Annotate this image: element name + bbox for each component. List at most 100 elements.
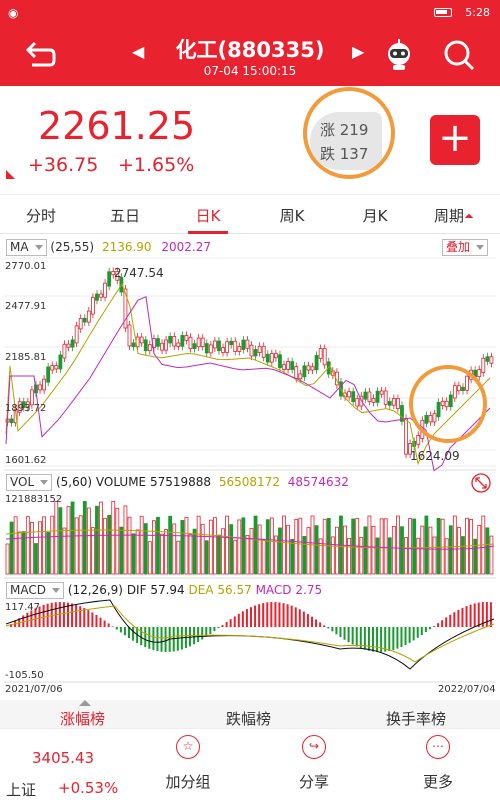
ma25-value: 2136.90 xyxy=(101,240,152,254)
tab-intraday[interactable]: 分时 xyxy=(6,205,76,226)
kline-chart-area[interactable]: MA (25,55) 2136.90 2002.27 叠加 2770.01 24… xyxy=(0,234,500,700)
more-button[interactable]: ⋯ 更多 xyxy=(398,735,478,792)
volume-bar xyxy=(440,518,445,575)
tab-five-day[interactable]: 五日 xyxy=(90,205,160,226)
tab-monthly-k[interactable]: 月K xyxy=(340,205,410,226)
candle-body xyxy=(70,339,75,348)
candle-body xyxy=(168,335,173,344)
macd-axis-max: 117.47 xyxy=(5,602,40,613)
macd-bar xyxy=(461,607,464,627)
candle-body xyxy=(156,338,160,347)
macd-bar xyxy=(62,602,65,627)
volume-bar xyxy=(269,517,274,575)
chevron-down-icon xyxy=(34,245,43,250)
volume-bar xyxy=(91,527,95,575)
overlay-selector[interactable]: 叠加 xyxy=(442,239,489,256)
tab-period[interactable]: 周期 xyxy=(418,205,488,226)
high-price-label: 2747.54 xyxy=(114,266,164,280)
candle-body xyxy=(387,401,392,406)
volume-bar xyxy=(371,525,376,575)
macd-bar xyxy=(99,617,102,627)
volume-bar xyxy=(322,518,327,575)
macd-bar xyxy=(428,627,431,630)
candle-body xyxy=(38,384,42,391)
macd-bar xyxy=(95,614,98,627)
macd-bar xyxy=(26,612,29,627)
volume-bar xyxy=(347,537,352,575)
volume-bar xyxy=(265,519,270,575)
macd-bar xyxy=(164,627,167,652)
candle-body xyxy=(278,354,282,369)
candle-body xyxy=(485,356,490,362)
candle-body xyxy=(50,365,55,371)
share-button[interactable]: ↪ 分享 xyxy=(274,735,354,792)
more-icon: ⋯ xyxy=(426,735,450,759)
volume-bar xyxy=(351,518,356,575)
volume-bar xyxy=(168,515,173,575)
tab-turnover[interactable]: 换手率榜 xyxy=(386,708,446,729)
vol-params: (5,60) xyxy=(55,475,93,489)
macd-bar xyxy=(388,627,391,651)
candle-body xyxy=(127,324,132,347)
macd-bar xyxy=(294,607,297,627)
next-stock-button[interactable]: ▶ xyxy=(352,42,364,61)
ma55-value: 2002.27 xyxy=(161,240,212,254)
volume-bar xyxy=(107,514,112,575)
volume-bar xyxy=(99,501,103,575)
macd-bar xyxy=(335,627,338,635)
volume-bar xyxy=(217,534,221,575)
macd-bar xyxy=(209,627,212,634)
fullscreen-icon[interactable] xyxy=(470,472,492,494)
robot-assistant-icon[interactable] xyxy=(382,38,416,72)
index-name: 上证 xyxy=(6,781,37,799)
macd-bar xyxy=(176,627,179,651)
macd-bar xyxy=(367,627,370,651)
candle-body xyxy=(9,418,14,424)
macd-bar xyxy=(372,627,374,652)
add-watchlist-button[interactable]: + xyxy=(430,115,480,165)
macd-bar xyxy=(115,627,118,630)
macd-bar xyxy=(311,616,313,627)
volume-bar xyxy=(428,526,433,575)
volume-bar xyxy=(66,506,71,575)
macd-bar xyxy=(477,602,480,627)
tab-gainers[interactable]: 涨幅榜 xyxy=(60,708,105,729)
macd-bar xyxy=(319,622,322,627)
vol-value: 57519888 xyxy=(149,475,212,489)
tab-losers[interactable]: 跌幅榜 xyxy=(226,708,271,729)
macd-params: (12,26,9) xyxy=(67,583,123,597)
volume-bar xyxy=(111,500,116,575)
search-icon[interactable] xyxy=(442,38,476,72)
macd-selector[interactable]: MACD xyxy=(6,582,64,599)
candle-body xyxy=(448,394,453,408)
tab-weekly-k[interactable]: 周K xyxy=(257,205,327,226)
candle-body xyxy=(465,375,469,391)
volume-bar xyxy=(38,521,42,575)
overlay-label: 叠加 xyxy=(446,240,471,254)
macd-bar xyxy=(237,613,240,627)
volume-bar xyxy=(395,515,400,575)
candle-body xyxy=(82,317,87,323)
macd-bar xyxy=(420,627,423,636)
candle-body xyxy=(221,347,225,353)
volume-bar xyxy=(282,515,286,575)
macd-bar xyxy=(229,619,232,627)
candle-body xyxy=(444,400,449,408)
macd-bar xyxy=(262,603,265,627)
candle-body xyxy=(347,391,352,398)
vol-selector[interactable]: VOL xyxy=(6,474,53,491)
ma-selector[interactable]: MA xyxy=(6,239,47,256)
footer-bar: 3405.43 上证 +0.53% ☆ 加分组 ↪ 分享 ⋯ 更多 xyxy=(0,728,500,800)
add-group-button[interactable]: ☆ 加分组 xyxy=(148,735,228,792)
tab-daily-k[interactable]: 日K xyxy=(173,205,243,226)
volume-bar xyxy=(416,537,421,575)
macd-bar xyxy=(392,627,395,650)
date-axis-end: 2022/07/04 xyxy=(438,684,496,695)
volume-bar xyxy=(70,501,75,575)
candle-body xyxy=(253,349,258,357)
volume-bar xyxy=(408,518,413,575)
candle-body xyxy=(391,398,396,406)
macd-bar xyxy=(445,617,448,627)
candle-body xyxy=(58,354,63,370)
candle-body xyxy=(363,391,368,400)
